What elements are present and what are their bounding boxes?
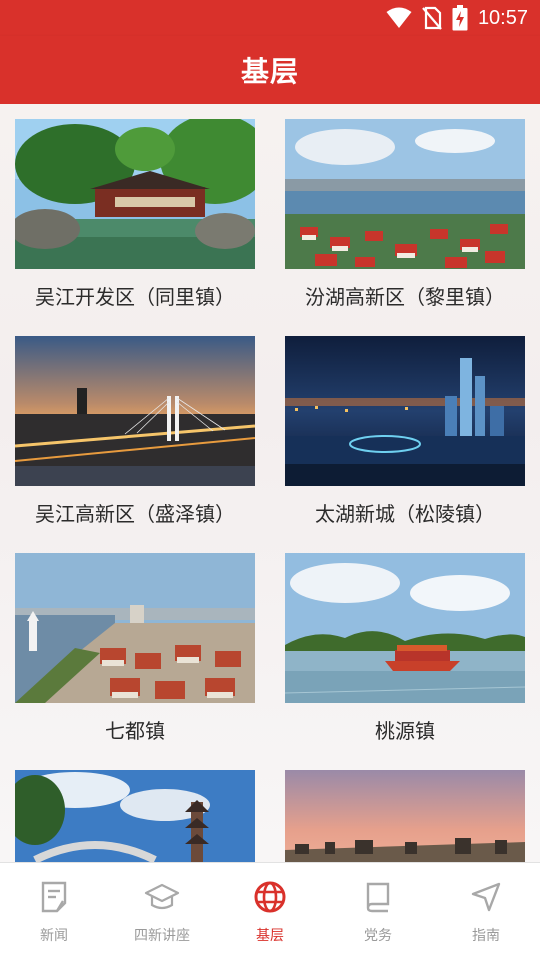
town-image-bridge-dusk — [15, 336, 255, 486]
title-bar: 基层 — [0, 36, 540, 104]
nav-grassroots[interactable]: 基层 — [216, 863, 324, 960]
status-bar: 10:57 — [0, 0, 540, 36]
town-card-lili[interactable]: 汾湖高新区（黎里镇） — [285, 119, 525, 336]
nav-label: 新闻 — [40, 928, 68, 944]
town-card-taoyuan[interactable]: 桃源镇 — [285, 553, 525, 770]
navigation-arrow-icon — [468, 879, 504, 915]
town-image-classical-garden — [15, 119, 255, 269]
nav-label: 党务 — [364, 928, 392, 944]
town-card-qidu[interactable]: 七都镇 — [15, 553, 255, 770]
town-card-8[interactable] — [285, 770, 525, 862]
town-card-7[interactable] — [15, 770, 255, 862]
town-image-sunset-city — [285, 770, 525, 862]
nav-party-affairs[interactable]: 党务 — [324, 863, 432, 960]
nav-label: 基层 — [256, 928, 284, 944]
page-title: 基层 — [240, 55, 299, 88]
town-image-lakeside-tower — [15, 553, 255, 703]
town-image-bridge-pagoda — [15, 770, 255, 862]
graduation-cap-icon — [144, 879, 180, 915]
town-label: 汾湖高新区（黎里镇） — [305, 285, 505, 309]
bottom-navigation: 新闻 四新讲座 基层 党务 指南 — [0, 862, 540, 960]
globe-icon — [252, 879, 288, 915]
book-icon — [360, 879, 396, 915]
town-image-night-skyline — [285, 336, 525, 486]
nav-guide[interactable]: 指南 — [432, 863, 540, 960]
town-label: 桃源镇 — [375, 719, 435, 743]
battery-charging-icon — [452, 5, 468, 31]
town-label: 七都镇 — [105, 719, 165, 743]
town-image-lakeside-villas — [285, 119, 525, 269]
town-card-tongli[interactable]: 吴江开发区（同里镇） — [15, 119, 255, 336]
town-image-boat-lake — [285, 553, 525, 703]
news-icon — [36, 879, 72, 915]
nav-lectures[interactable]: 四新讲座 — [108, 863, 216, 960]
nav-news[interactable]: 新闻 — [0, 863, 108, 960]
town-label: 吴江开发区（同里镇） — [35, 285, 235, 309]
status-time: 10:57 — [477, 6, 528, 29]
no-sim-icon — [422, 6, 442, 30]
town-label: 太湖新城（松陵镇） — [315, 502, 495, 526]
nav-label: 指南 — [472, 928, 500, 944]
town-list[interactable]: 吴江开发区（同里镇） 汾湖高新区（黎里镇） 吴江高新区（盛泽镇） 太湖新城（松陵… — [0, 104, 540, 862]
town-card-shengze[interactable]: 吴江高新区（盛泽镇） — [15, 336, 255, 553]
town-label: 吴江高新区（盛泽镇） — [35, 502, 235, 526]
town-card-songling[interactable]: 太湖新城（松陵镇） — [285, 336, 525, 553]
nav-label: 四新讲座 — [134, 928, 190, 944]
wifi-icon — [386, 7, 412, 29]
